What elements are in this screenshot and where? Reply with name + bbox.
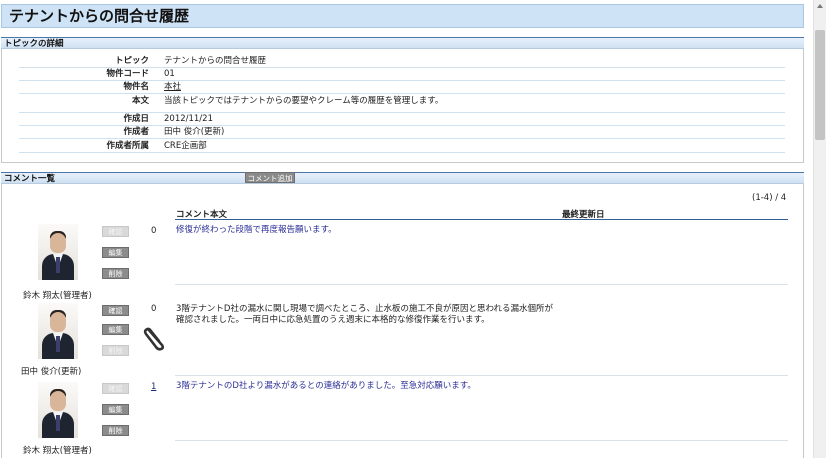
detail-label: トピック bbox=[114, 56, 149, 66]
edit-button[interactable]: 編集 bbox=[102, 324, 129, 335]
avatar bbox=[38, 224, 78, 280]
comment-divider bbox=[175, 284, 788, 285]
detail-row-property-code: 物件コード 01 bbox=[19, 68, 785, 81]
comment-author: 田中 俊介(更新) bbox=[21, 367, 82, 377]
comment-text: 3階テナントのD社より漏水があるとの連絡がありました。至急対応願います。 bbox=[176, 381, 476, 391]
detail-label: 作成者 bbox=[123, 127, 149, 137]
comment-author: 鈴木 翔太(管理者) bbox=[23, 446, 92, 456]
detail-row-topic: トピック テナントからの問合せ履歴 bbox=[19, 55, 785, 68]
comment-count: (1-4) / 4 bbox=[752, 193, 787, 203]
page-title: テナントからの問合せ履歴 bbox=[9, 7, 190, 25]
page-header: テナントからの問合せ履歴 bbox=[1, 4, 804, 28]
avatar bbox=[38, 382, 78, 438]
detail-row-created-date: 作成日 2012/11/21 bbox=[19, 113, 785, 126]
detail-label: 作成日 bbox=[123, 114, 149, 124]
detail-section-header: トピックの詳細 bbox=[1, 37, 804, 49]
detail-value: 当該トピックではテナントからの要望やクレーム等の履歴を管理します。 bbox=[164, 96, 444, 106]
edit-button[interactable]: 編集 bbox=[102, 247, 129, 258]
header-divider bbox=[175, 219, 788, 220]
vertical-scrollbar[interactable] bbox=[813, 0, 826, 458]
property-name-link[interactable]: 本社 bbox=[164, 81, 181, 93]
detail-value: 01 bbox=[164, 69, 175, 79]
delete-button[interactable]: 削除 bbox=[102, 345, 129, 356]
comment-divider bbox=[175, 375, 788, 376]
comment-text-line-2: 確認されました。一両日中に応急処置のうえ週末に本格的な修復作業を行います。 bbox=[176, 315, 490, 325]
detail-label: 本文 bbox=[131, 96, 149, 106]
add-comment-button[interactable]: コメント追加 bbox=[245, 172, 295, 183]
paperclip-icon[interactable] bbox=[142, 325, 168, 351]
comment-text: 修復が終わった段階で再度報告願います。 bbox=[176, 225, 337, 235]
detail-value: CRE企画部 bbox=[164, 141, 207, 151]
comment-divider bbox=[175, 440, 788, 441]
delete-button[interactable]: 削除 bbox=[102, 268, 129, 279]
detail-section-title: トピックの詳細 bbox=[4, 39, 64, 49]
detail-label: 物件コード bbox=[106, 69, 149, 79]
comment-text-line-1: 3階テナントD社の漏水に関し現場で調べたところ、止水板の施工不良が原因と思われる… bbox=[176, 304, 554, 314]
detail-row-author-dept: 作成者所属 CRE企画部 bbox=[19, 140, 785, 153]
reply-count: 0 bbox=[151, 226, 157, 236]
detail-row-property-name: 物件名 本社 bbox=[19, 81, 785, 94]
confirm-button[interactable]: 確認 bbox=[102, 383, 129, 394]
edit-button[interactable]: 編集 bbox=[102, 404, 129, 415]
comments-section-title: コメント一覧 bbox=[4, 174, 56, 184]
detail-value: テナントからの問合せ履歴 bbox=[164, 56, 267, 66]
detail-label: 物件名 bbox=[123, 82, 149, 92]
scroll-up-arrow-icon[interactable] bbox=[814, 0, 826, 12]
reply-count: 0 bbox=[151, 304, 157, 314]
detail-label: 作成者所属 bbox=[106, 141, 149, 151]
comments-section-header: コメント一覧 bbox=[1, 172, 804, 184]
confirm-button[interactable]: 確認 bbox=[102, 226, 129, 237]
delete-button[interactable]: 削除 bbox=[102, 425, 129, 436]
page: テナントからの問合せ履歴 トピックの詳細 トピック テナントからの問合せ履歴 物… bbox=[0, 0, 813, 458]
reply-count-link[interactable]: 1 bbox=[151, 382, 156, 392]
detail-row-author: 作成者 田中 俊介(更新) bbox=[19, 126, 785, 139]
detail-value: 2012/11/21 bbox=[164, 114, 213, 124]
detail-value: 田中 俊介(更新) bbox=[164, 127, 225, 137]
comment-author: 鈴木 翔太(管理者) bbox=[23, 291, 92, 301]
scrollbar-thumb[interactable] bbox=[815, 30, 825, 140]
avatar bbox=[38, 303, 78, 359]
confirm-button[interactable]: 確認 bbox=[102, 305, 129, 316]
detail-row-body: 本文 当該トピックではテナントからの要望やクレーム等の履歴を管理します。 bbox=[19, 95, 785, 113]
